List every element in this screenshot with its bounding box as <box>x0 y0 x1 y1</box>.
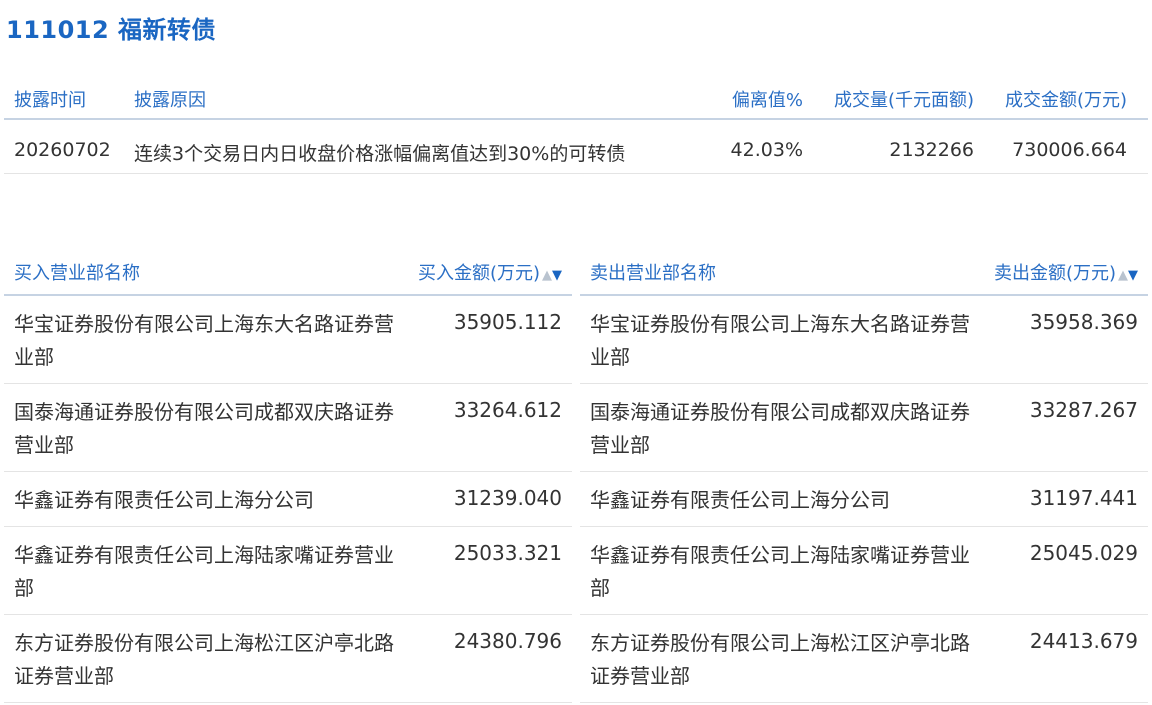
buy-branch-name: 华鑫证券有限责任公司上海分公司 <box>14 488 314 512</box>
header-disclosure-reason: 披露原因 <box>134 90 206 111</box>
buy-branch-name: 国泰海通证券股份有限公司成都双庆路证券营业部 <box>14 400 394 457</box>
sort-descending-icon[interactable]: ▼ <box>552 268 562 283</box>
header-volume: 成交量(千元面额) <box>833 90 974 111</box>
amount-value: 730006.664 <box>1012 139 1127 161</box>
buy-branch-name: 东方证券股份有限公司上海松江区沪亭北路证券营业部 <box>14 631 394 688</box>
sell-amount-sort[interactable]: 卖出金额(万元) ▲▼ <box>994 259 1138 285</box>
disclosure-row: 20260702 连续3个交易日内日收盘价格涨幅偏离值达到30%的可转债 42.… <box>4 123 1148 174</box>
buy-amount: 31239.040 <box>453 486 562 510</box>
sell-branch-name: 国泰海通证券股份有限公司成都双庆路证券营业部 <box>590 400 970 457</box>
disclosure-reason: 连续3个交易日内日收盘价格涨幅偏离值达到30%的可转债 <box>134 143 626 165</box>
sell-branch-name: 华鑫证券有限责任公司上海分公司 <box>590 488 890 512</box>
buy-branch-name: 华宝证券股份有限公司上海东大名路证券营业部 <box>14 312 394 369</box>
table-row: 华鑫证券有限责任公司上海分公司 31197.441 <box>580 472 1148 527</box>
sell-name-header: 卖出营业部名称 <box>590 263 716 284</box>
table-row: 东方证券股份有限公司上海松江区沪亭北路证券营业部 24413.679 <box>580 615 1148 703</box>
disclosure-table-header: 披露时间 披露原因 偏离值% 成交量(千元面额) 成交金额(万元) <box>4 76 1148 120</box>
buy-table: 买入营业部名称 买入金额(万元) ▲▼ 华宝证券股份有限公司上海东大名路证券营业部… <box>4 250 572 703</box>
buy-branch-name: 华鑫证券有限责任公司上海陆家嘴证券营业部 <box>14 543 394 600</box>
sell-table-body: 华宝证券股份有限公司上海东大名路证券营业部 35958.369 国泰海通证券股份… <box>580 296 1148 703</box>
header-amount: 成交金额(万元) <box>1004 90 1127 111</box>
sell-amount-header[interactable]: 卖出金额(万元) <box>994 263 1116 284</box>
sell-amount: 35958.369 <box>1029 310 1138 334</box>
sort-ascending-icon[interactable]: ▲ <box>542 268 552 283</box>
buy-table-header: 买入营业部名称 买入金额(万元) ▲▼ <box>4 250 572 296</box>
sell-branch-name: 东方证券股份有限公司上海松江区沪亭北路证券营业部 <box>590 631 970 688</box>
table-row: 华鑫证券有限责任公司上海分公司 31239.040 <box>4 472 572 527</box>
sell-branch-name: 华鑫证券有限责任公司上海陆家嘴证券营业部 <box>590 543 970 600</box>
sell-table: 卖出营业部名称 卖出金额(万元) ▲▼ 华宝证券股份有限公司上海东大名路证券营业部… <box>580 250 1148 703</box>
table-row: 华宝证券股份有限公司上海东大名路证券营业部 35905.112 <box>4 296 572 384</box>
sort-ascending-icon[interactable]: ▲ <box>1118 268 1128 283</box>
buy-amount-sort[interactable]: 买入金额(万元) ▲▼ <box>418 259 562 285</box>
deviation-value: 42.03% <box>730 139 803 161</box>
buy-amount: 24380.796 <box>453 629 562 653</box>
sell-amount: 31197.441 <box>1029 486 1138 510</box>
page-title: 111012 福新转债 <box>6 16 217 44</box>
table-row: 华鑫证券有限责任公司上海陆家嘴证券营业部 25045.029 <box>580 527 1148 615</box>
sell-amount: 25045.029 <box>1029 541 1138 565</box>
sell-amount: 33287.267 <box>1029 398 1138 422</box>
disclosure-date: 20260702 <box>14 139 111 161</box>
header-disclosure-date: 披露时间 <box>14 90 86 111</box>
table-row: 东方证券股份有限公司上海松江区沪亭北路证券营业部 24380.796 <box>4 615 572 703</box>
buy-name-header: 买入营业部名称 <box>14 263 140 284</box>
table-row: 华鑫证券有限责任公司上海陆家嘴证券营业部 25033.321 <box>4 527 572 615</box>
sell-table-header: 卖出营业部名称 卖出金额(万元) ▲▼ <box>580 250 1148 296</box>
volume-value: 2132266 <box>889 139 974 161</box>
buy-amount: 25033.321 <box>453 541 562 565</box>
buy-amount: 33264.612 <box>453 398 562 422</box>
sort-descending-icon[interactable]: ▼ <box>1128 268 1138 283</box>
table-row: 国泰海通证券股份有限公司成都双庆路证券营业部 33264.612 <box>4 384 572 472</box>
sell-branch-name: 华宝证券股份有限公司上海东大名路证券营业部 <box>590 312 970 369</box>
table-row: 华宝证券股份有限公司上海东大名路证券营业部 35958.369 <box>580 296 1148 384</box>
table-row: 国泰海通证券股份有限公司成都双庆路证券营业部 33287.267 <box>580 384 1148 472</box>
buy-table-body: 华宝证券股份有限公司上海东大名路证券营业部 35905.112 国泰海通证券股份… <box>4 296 572 703</box>
header-deviation: 偏离值% <box>731 90 803 111</box>
buy-amount-header[interactable]: 买入金额(万元) <box>418 263 540 284</box>
sell-amount: 24413.679 <box>1029 629 1138 653</box>
buy-amount: 35905.112 <box>453 310 562 334</box>
